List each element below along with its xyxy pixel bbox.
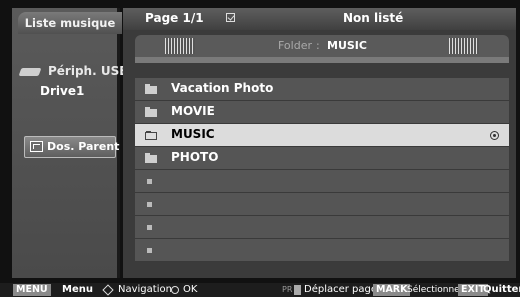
panel-header: Page 1/1 Non listé	[123, 8, 516, 30]
item-name: MOVIE	[171, 104, 215, 118]
menu-label: Menu	[62, 284, 93, 295]
item-name: PHOTO	[171, 150, 219, 164]
item-name: Vacation Photo	[171, 81, 274, 95]
page-move-label: Déplacer page	[304, 284, 378, 295]
menu-key[interactable]: MENU	[13, 284, 51, 296]
folder-icon	[145, 84, 157, 94]
folder-icon	[145, 107, 157, 117]
file-list: Vacation Photo MOVIE MUSIC PHOTO	[135, 78, 509, 262]
ok-label: OK	[183, 284, 198, 295]
exit-label: Quitter	[483, 284, 520, 295]
current-folder-bar: Folder : MUSIC	[135, 35, 509, 63]
parent-folder-icon	[30, 141, 43, 152]
list-item-empty	[135, 239, 509, 262]
device-name: Périph. USB	[48, 64, 129, 78]
mark-label: Sélectionner	[407, 285, 464, 295]
list-item[interactable]: MOVIE	[135, 101, 509, 124]
tv-screen: Liste musique Périph. USB Drive1 Dos. Pa…	[0, 0, 520, 297]
pr-label: PR	[282, 285, 293, 294]
mark-key[interactable]: MARK	[373, 284, 411, 296]
empty-slot-icon	[147, 179, 152, 184]
drive-name: Drive1	[40, 84, 85, 98]
help-bar: MENU Menu Navigation OK PR Déplacer page…	[0, 283, 520, 297]
radio-mark-icon	[490, 131, 499, 140]
sidebar: Liste musique Périph. USB Drive1 Dos. Pa…	[12, 8, 128, 278]
list-item-selected[interactable]: MUSIC	[135, 124, 509, 147]
file-panel: Page 1/1 Non listé Folder : MUSIC Vacati…	[123, 8, 516, 278]
decor-stripe-right	[449, 38, 479, 54]
page-up-down-icon	[294, 285, 301, 295]
parent-folder-label: Dos. Parent	[47, 140, 120, 153]
list-status: Non listé	[343, 11, 404, 25]
checkbox-icon[interactable]	[226, 13, 235, 22]
list-item[interactable]: PHOTO	[135, 147, 509, 170]
empty-slot-icon	[147, 225, 152, 230]
parent-folder-button[interactable]: Dos. Parent	[24, 136, 120, 158]
ok-circle-icon	[171, 286, 179, 294]
folder-label: Folder	[278, 39, 312, 52]
list-item[interactable]: Vacation Photo	[135, 78, 509, 101]
folder-icon	[145, 131, 157, 140]
page-indicator: Page 1/1	[145, 11, 204, 25]
list-item-empty	[135, 193, 509, 216]
list-item-empty	[135, 170, 509, 193]
current-folder-name: MUSIC	[327, 39, 367, 52]
music-list-tab[interactable]: Liste musique	[18, 12, 122, 34]
empty-slot-icon	[147, 248, 152, 253]
navigation-label: Navigation	[118, 284, 172, 295]
decor-stripe-left	[165, 38, 195, 54]
folder-separator: :	[316, 39, 320, 52]
usb-drive-icon	[18, 68, 42, 76]
item-name: MUSIC	[171, 127, 215, 141]
list-item-empty	[135, 216, 509, 239]
navigation-diamond-icon	[102, 284, 114, 296]
folder-icon	[145, 153, 157, 163]
empty-slot-icon	[147, 202, 152, 207]
